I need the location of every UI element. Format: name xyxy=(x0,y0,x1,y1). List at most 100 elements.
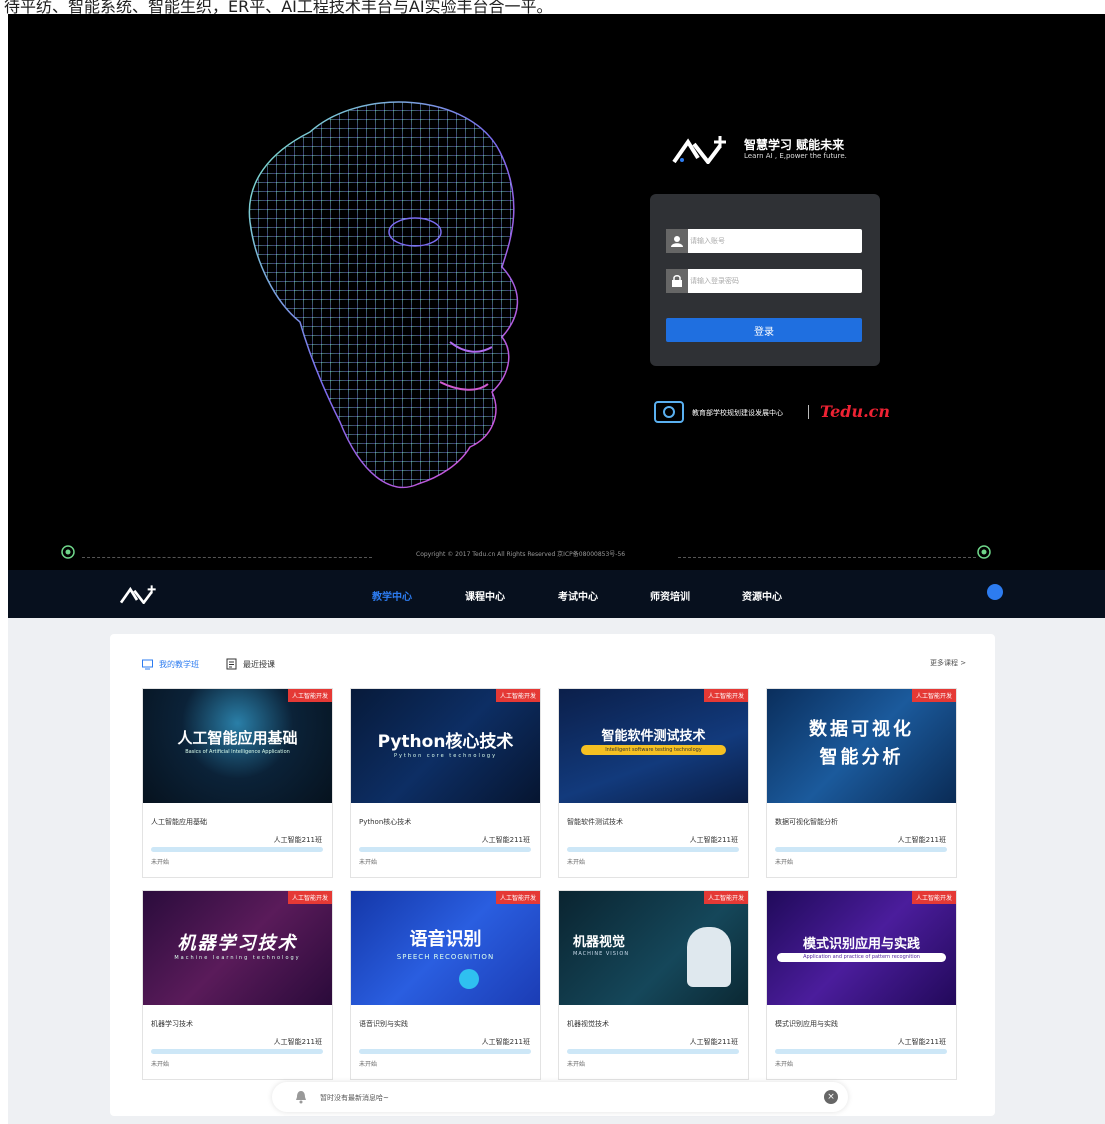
cover-title-line2: 智能分析 xyxy=(819,747,904,768)
course-tag: 人工智能开发 xyxy=(703,891,748,904)
cover-title: 模式识别应用与实践 xyxy=(802,937,920,952)
course-status: 未开始 xyxy=(775,1061,794,1068)
course-progress-bar xyxy=(567,847,739,852)
course-class-name: 人工智能211班 xyxy=(897,1038,946,1046)
bell-icon xyxy=(296,1091,306,1104)
right-target-icon xyxy=(977,545,991,559)
course-progress-bar xyxy=(775,1049,947,1054)
course-status: 未开始 xyxy=(359,859,378,866)
course-tag: 人工智能开发 xyxy=(287,891,332,904)
brand-slogan: 智慧学习 赋能未来 xyxy=(744,138,845,152)
nav-item-exam-center[interactable]: 考试中心 xyxy=(558,588,598,603)
course-class-name: 人工智能211班 xyxy=(273,836,322,844)
course-status: 未开始 xyxy=(775,859,794,866)
course-progress-bar xyxy=(567,1049,739,1054)
nav-logo-icon[interactable] xyxy=(118,584,160,604)
cover-title: Python核心技术 xyxy=(377,732,514,752)
password-field[interactable] xyxy=(666,269,862,293)
cover-subtitle: Basics of Artificial Intelligence Applic… xyxy=(185,749,290,755)
nav-item-resource-center[interactable]: 资源中心 xyxy=(742,588,782,603)
robot-figure-icon xyxy=(687,927,731,987)
course-title: 模式识别应用与实践 xyxy=(775,1020,838,1028)
course-cover-image: 人工智能开发 人工智能应用基础 Basics of Artificial Int… xyxy=(143,689,332,803)
classroom-icon xyxy=(142,659,153,669)
account-field[interactable] xyxy=(666,229,862,253)
course-tag: 人工智能开发 xyxy=(495,891,540,904)
top-stripe-text: 待平纺、智能系统、智能生织，ER平、AI工程技术丰台与AI实验丰台合一平。 xyxy=(4,0,553,14)
course-status: 未开始 xyxy=(151,1061,170,1068)
course-title: Python核心技术 xyxy=(359,818,412,826)
course-card[interactable]: 人工智能开发 模式识别应用与实践 Application and practic… xyxy=(766,890,957,1080)
course-tag: 人工智能开发 xyxy=(911,891,956,904)
notification-text: 暂时没有最新消息哈~ xyxy=(320,1094,389,1102)
course-class-name: 人工智能211班 xyxy=(481,1038,530,1046)
course-tag: 人工智能开发 xyxy=(703,689,748,702)
course-tag: 人工智能开发 xyxy=(911,689,956,702)
cover-title: 智能软件测试技术 xyxy=(601,729,706,744)
nav-item-teacher-training[interactable]: 师资培训 xyxy=(650,588,690,603)
course-card[interactable]: 人工智能开发 语音识别 SPEECH RECOGNITION 语音识别与实践 人… xyxy=(350,890,541,1080)
course-cover-image: 人工智能开发 机器视觉 MACHINE VISION xyxy=(559,891,748,1005)
brand-slogan-subtitle: Learn AI , E,power the future. xyxy=(744,152,847,160)
course-title: 人工智能应用基础 xyxy=(151,818,207,826)
course-cover-image: 人工智能开发 智能软件测试技术 Intelligent software tes… xyxy=(559,689,748,803)
tab-recent-lessons[interactable]: 最近授课 xyxy=(226,656,275,672)
course-class-name: 人工智能211班 xyxy=(273,1038,322,1046)
tab-recent-lessons-label: 最近授课 xyxy=(243,659,275,669)
cover-subtitle: Intelligent software testing technology xyxy=(581,745,726,755)
course-status: 未开始 xyxy=(151,859,170,866)
course-card[interactable]: 人工智能开发 机器学习技术 Machine learning technolog… xyxy=(142,890,333,1080)
course-class-name: 人工智能211班 xyxy=(689,836,738,844)
cover-title: 语音识别 xyxy=(409,929,482,950)
brand-logo-icon xyxy=(672,136,726,164)
password-input[interactable] xyxy=(690,269,858,293)
course-card[interactable]: 人工智能开发 Python核心技术 Python core technology… xyxy=(350,688,541,878)
ministry-logo-icon xyxy=(654,401,684,423)
course-card[interactable]: 人工智能开发 数据可视化 智能分析 数据可视化智能分析 人工智能211班 未开始 xyxy=(766,688,957,878)
copyright-text: Copyright © 2017 Tedu.cn All Rights Rese… xyxy=(416,551,626,558)
course-status: 未开始 xyxy=(567,1061,586,1068)
course-cover-image: 人工智能开发 数据可视化 智能分析 xyxy=(767,689,956,803)
login-button[interactable]: 登录 xyxy=(666,318,862,342)
left-target-icon xyxy=(61,545,75,559)
course-title: 机器学习技术 xyxy=(151,1020,193,1028)
course-cover-image: 人工智能开发 Python核心技术 Python core technology xyxy=(351,689,540,803)
tedu-logo: Tedu.cn xyxy=(820,402,891,421)
login-screen: 智慧学习 赋能未来 Learn AI , E,power the future.… xyxy=(8,14,1105,570)
cover-subtitle: SPEECH RECOGNITION xyxy=(396,953,495,961)
course-progress-bar xyxy=(775,847,947,852)
course-status: 未开始 xyxy=(359,1061,378,1068)
cover-title: 数据可视化 xyxy=(809,719,914,740)
close-icon[interactable]: × xyxy=(824,1090,838,1104)
course-class-name: 人工智能211班 xyxy=(897,836,946,844)
partner-logos: 教育部学校规划建设发展中心 Tedu.cn xyxy=(654,400,904,424)
course-progress-bar xyxy=(151,847,323,852)
course-progress-bar xyxy=(151,1049,323,1054)
login-form: 登录 xyxy=(650,194,880,366)
document-icon xyxy=(226,658,237,670)
course-card[interactable]: 人工智能开发 机器视觉 MACHINE VISION 机器视觉技术 人工智能21… xyxy=(558,890,749,1080)
course-progress-bar xyxy=(359,847,531,852)
brand-block: 智慧学习 赋能未来 Learn AI , E,power the future. xyxy=(672,134,872,174)
more-courses-link[interactable]: 更多课程 > xyxy=(930,658,966,668)
course-card[interactable]: 人工智能开发 智能软件测试技术 Intelligent software tes… xyxy=(558,688,749,878)
cover-title: 机器学习技术 xyxy=(177,933,298,954)
course-title: 机器视觉技术 xyxy=(567,1020,609,1028)
course-title: 语音识别与实践 xyxy=(359,1020,408,1028)
cover-subtitle: Python core technology xyxy=(393,753,498,759)
cover-subtitle: Machine learning technology xyxy=(174,955,301,961)
partner-separator xyxy=(808,405,809,419)
screenshot-root: 待平纺、智能系统、智能生织，ER平、AI工程技术丰台与AI实验丰台合一平。 智慧… xyxy=(0,0,1105,1124)
course-card[interactable]: 人工智能开发 人工智能应用基础 Basics of Artificial Int… xyxy=(142,688,333,878)
course-title: 数据可视化智能分析 xyxy=(775,818,838,826)
course-cover-image: 人工智能开发 模式识别应用与实践 Application and practic… xyxy=(767,891,956,1005)
notification-bar: 暂时没有最新消息哈~ × xyxy=(272,1082,848,1112)
course-cover-image: 人工智能开发 语音识别 SPEECH RECOGNITION xyxy=(351,891,540,1005)
nav-item-course-center[interactable]: 课程中心 xyxy=(465,588,505,603)
tab-my-classes[interactable]: 我的教学班 xyxy=(142,656,199,672)
course-progress-bar xyxy=(359,1049,531,1054)
user-avatar-icon[interactable] xyxy=(987,584,1003,600)
nav-item-teaching-center[interactable]: 教学中心 xyxy=(372,588,412,603)
account-input[interactable] xyxy=(690,229,858,253)
cover-title: 人工智能应用基础 xyxy=(177,729,298,747)
